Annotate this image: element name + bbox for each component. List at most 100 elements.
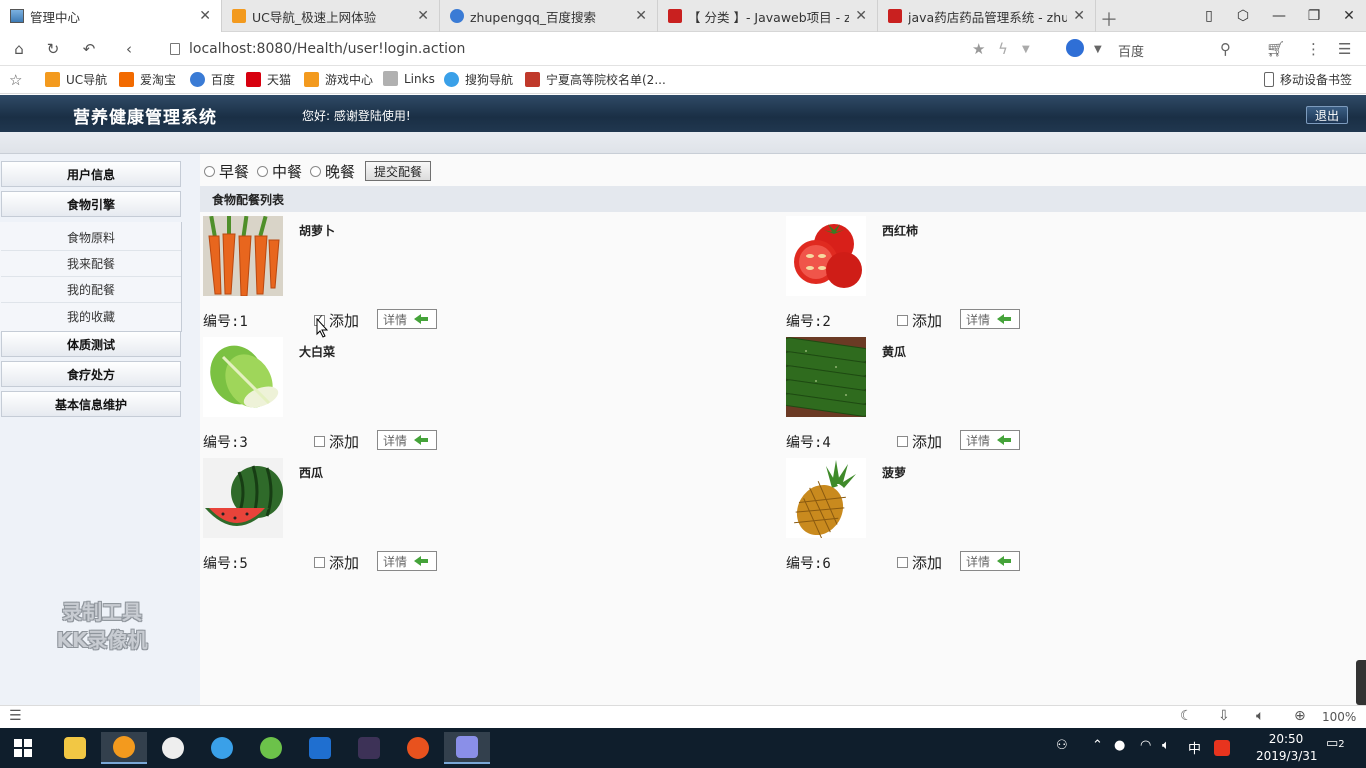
sidebar-item-basic-info[interactable]: 基本信息维护 [1,391,181,417]
app-icon[interactable] [444,732,490,764]
ime-indicator[interactable]: 中 [1188,738,1201,757]
zoom-level[interactable]: 100% [1322,710,1356,724]
lightning-icon[interactable]: ϟ [998,40,1008,58]
teamviewer-icon[interactable] [297,732,343,764]
mute-icon[interactable]: 🔈︎ [1256,708,1264,724]
wifi-icon[interactable]: ◠ [1140,738,1151,753]
detail-button[interactable]: 详情 [377,309,437,329]
uc-browser-icon[interactable] [101,732,147,764]
sidebar-item-my-meals[interactable]: 我的配餐 [1,277,181,303]
app-icon[interactable] [248,732,294,764]
restore-icon[interactable]: ❐ [1297,0,1331,32]
menu-icon[interactable]: ☰ [9,708,22,724]
chevron-up-icon[interactable]: ⌃ [1092,738,1103,753]
radio-breakfast[interactable]: 早餐 [204,161,249,182]
detail-button[interactable]: 详情 [377,551,437,571]
radio-button[interactable] [310,165,322,177]
add-checkbox[interactable] [314,436,325,447]
search-engine-label[interactable]: 百度 [1118,41,1144,60]
search-icon[interactable]: ⚲ [1220,40,1231,58]
radio-button[interactable] [204,165,215,177]
baidu-paw-icon[interactable] [1066,39,1084,57]
bookmark-aitaobao[interactable]: 爱淘宝 [119,71,176,88]
tab-baidu-search[interactable]: zhupengqq_百度搜索 ✕ [440,0,658,32]
zoom-icon[interactable]: ⊕ [1294,708,1306,724]
add-checkbox[interactable] [897,557,908,568]
sogou-ime-icon[interactable] [1214,740,1230,756]
qq-tray-icon[interactable]: ● [1114,738,1125,753]
sidebar-item-food-engine[interactable]: 食物引擎 [1,191,181,217]
new-tab-icon[interactable]: ＋ [1100,6,1118,32]
detail-button[interactable]: 详情 [377,430,437,450]
close-icon[interactable]: ✕ [199,8,211,24]
close-icon[interactable]: ✕ [855,8,867,24]
bookmark-games[interactable]: 游戏中心 [304,71,373,88]
night-mode-icon[interactable]: ☾ [1180,708,1193,724]
tab-pharmacy[interactable]: java药店药品管理系统 - zhup ✕ [878,0,1096,32]
recorder-icon[interactable] [395,732,441,764]
close-icon[interactable]: ✕ [635,8,647,24]
sidebar-item-constitution-test[interactable]: 体质测试 [1,331,181,357]
add-checkbox[interactable] [897,315,908,326]
back-icon[interactable]: ‹ [118,39,140,59]
window-close-icon[interactable]: ✕ [1332,0,1366,32]
detail-button[interactable]: 详情 [960,430,1020,450]
bookmark-baidu[interactable]: 百度 [190,71,235,88]
notification-icon[interactable]: ▭2 [1326,736,1345,751]
chevron-down-icon[interactable]: ▼ [1022,44,1030,55]
add-checkbox[interactable] [897,436,908,447]
url-input[interactable]: localhost:8080/Health/user!login.action [189,41,465,57]
bookmark-ningxia[interactable]: 宁夏高等院校名单(2... [525,71,666,88]
volume-icon[interactable]: 🔈︎ [1162,738,1170,753]
detail-button[interactable]: 详情 [960,551,1020,571]
undo-icon[interactable]: ↶ [78,39,100,59]
eclipse-icon[interactable] [346,732,392,764]
add-checkbox-wrap[interactable]: 添加 [897,310,942,331]
submit-meal-button[interactable]: 提交配餐 [365,161,432,181]
menu-icon[interactable]: ☰ [1338,40,1351,58]
qq-icon[interactable] [150,732,196,764]
radio-button[interactable] [257,165,269,177]
tab-javaweb[interactable]: 【 分类 】- Javaweb项目 - z ✕ [658,0,878,32]
bookmark-sogou[interactable]: 搜狗导航 [444,71,513,88]
bookmark-uc[interactable]: UC导航 [45,71,107,88]
sidebar-item-ingredients[interactable]: 食物原料 [1,225,181,251]
people-icon[interactable]: ⚇ [1056,738,1068,753]
sidebar-item-diet-prescription[interactable]: 食疗处方 [1,361,181,387]
sidebar-item-favorites[interactable]: 我的收藏 [1,303,181,329]
download-icon[interactable]: ⇩ [1218,708,1230,724]
tab-manage-center[interactable]: 管理中心 ✕ [0,0,222,32]
cart-icon[interactable]: 🛒︎ [1266,40,1285,58]
radio-lunch[interactable]: 中餐 [257,161,302,182]
minimize-icon[interactable]: — [1262,0,1296,32]
skin-icon[interactable]: ⬡ [1226,0,1260,32]
add-checkbox-wrap[interactable]: 添加 [314,431,359,452]
sidebar-item-make-meal[interactable]: 我来配餐 [1,251,181,277]
bookmark-links[interactable]: Links [383,71,435,86]
mobile-bookmarks[interactable]: 移动设备书签 [1264,71,1352,88]
close-icon[interactable]: ✕ [417,8,429,24]
sidebar-toggle-icon[interactable]: ▯ [1192,0,1226,32]
bookmark-tmall[interactable]: 天猫 [246,71,291,88]
detail-button[interactable]: 详情 [960,309,1020,329]
add-checkbox-wrap[interactable]: 添加 [897,552,942,573]
system-clock[interactable]: 20:50 2019/3/31 [1256,731,1318,765]
refresh-icon[interactable]: ↻ [42,39,64,59]
home-icon[interactable]: ⌂ [8,39,30,59]
star-icon[interactable]: ☆ [9,71,22,89]
logout-button[interactable]: 退出 [1306,106,1348,124]
scrollbar-thumb[interactable] [1356,660,1366,705]
chevron-down-icon[interactable]: ▼ [1094,44,1102,55]
add-checkbox-wrap[interactable]: 添加 [897,431,942,452]
app-icon[interactable] [199,732,245,764]
add-checkbox-wrap[interactable]: 添加 [314,552,359,573]
more-icon[interactable]: ⋮ [1306,40,1321,58]
sidebar-item-user-info[interactable]: 用户信息 [1,161,181,187]
add-checkbox[interactable] [314,557,325,568]
radio-dinner[interactable]: 晚餐 [310,161,355,182]
star-icon[interactable]: ★ [972,40,985,58]
windows-start-icon[interactable] [0,732,46,764]
tab-uc-nav[interactable]: UC导航_极速上网体验 ✕ [222,0,440,32]
file-explorer-icon[interactable] [52,732,98,764]
close-icon[interactable]: ✕ [1073,8,1085,24]
